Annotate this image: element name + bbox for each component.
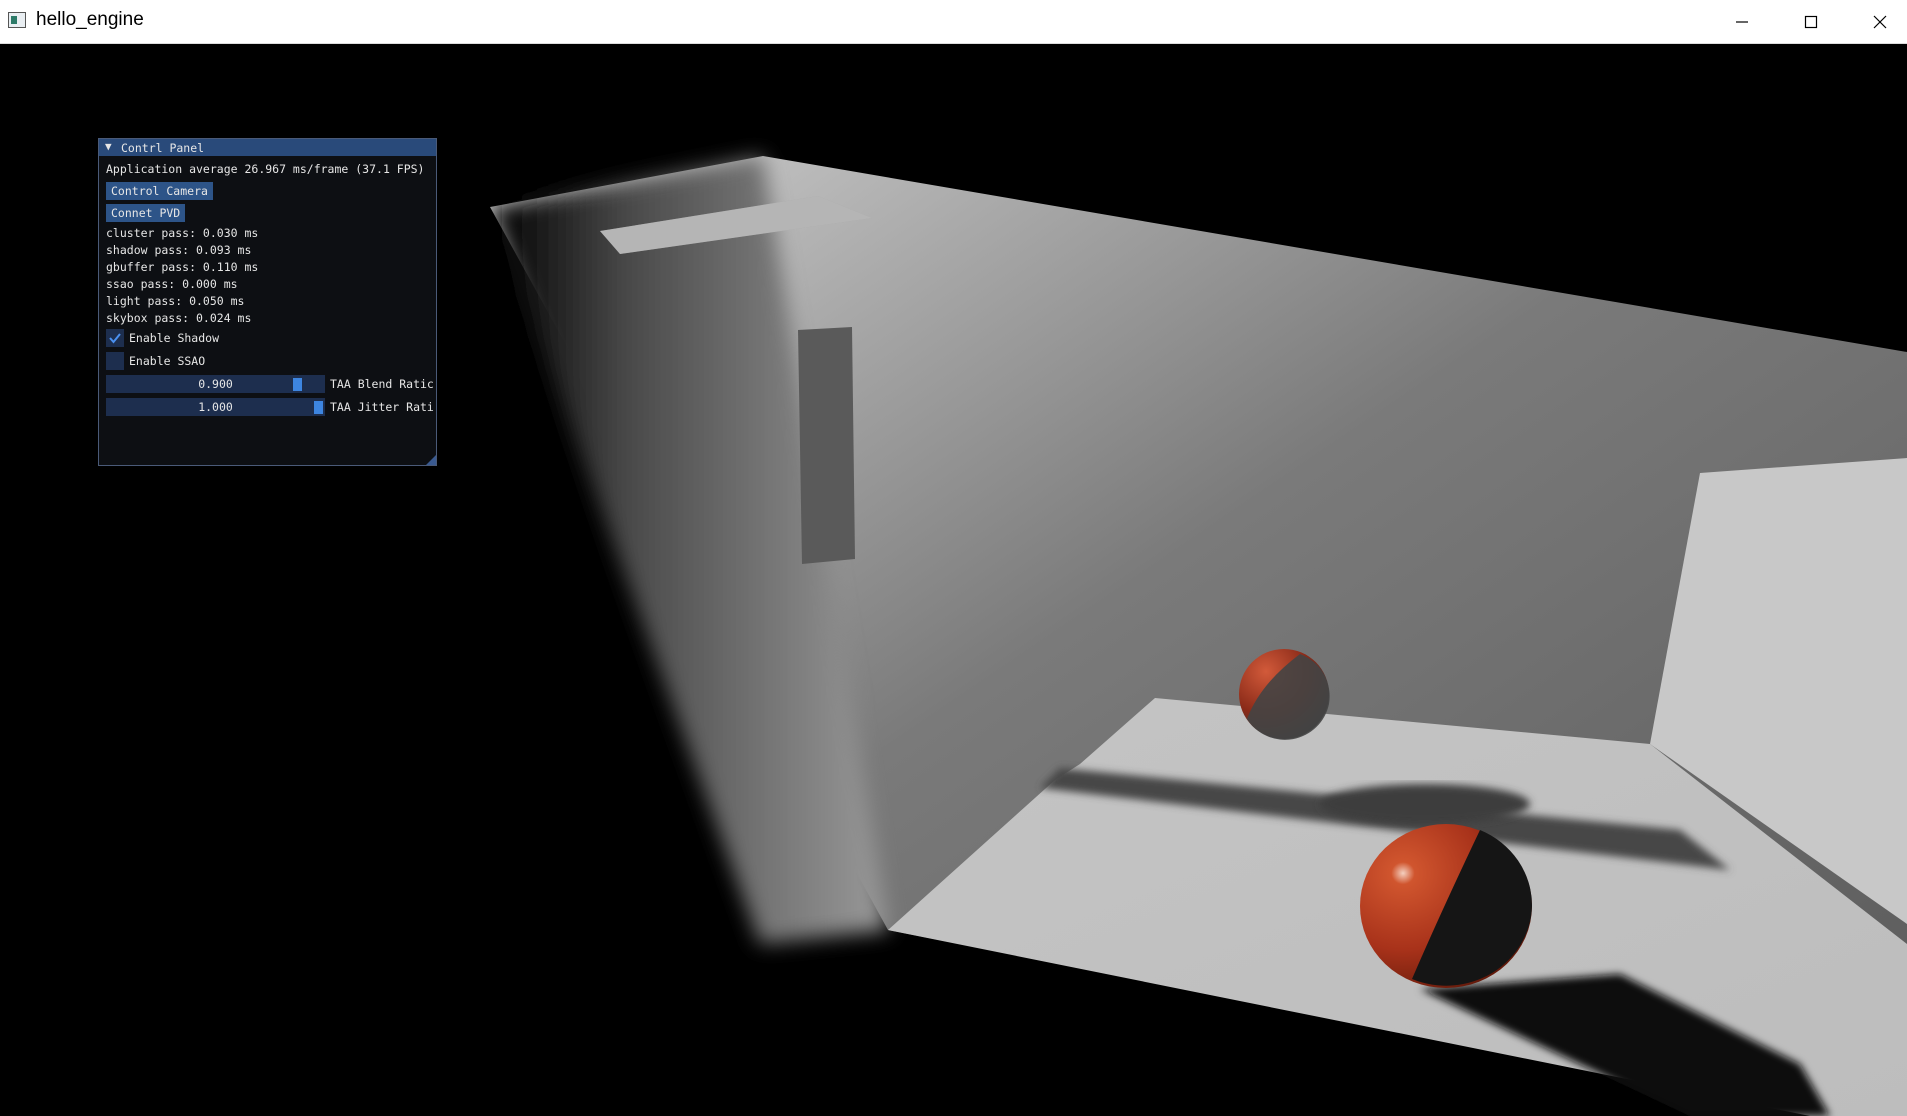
pass-time-cluster: cluster pass: 0.030 ms (106, 226, 259, 240)
title-bar[interactable]: hello_engine (0, 0, 1907, 44)
pass-time-shadow: shadow pass: 0.093 ms (106, 243, 252, 257)
app-window: hello_engine ▼ Contrl Panel Application … (0, 0, 1907, 1116)
panel-header[interactable]: ▼ Contrl Panel (99, 139, 436, 156)
minimize-button[interactable] (1707, 0, 1776, 43)
close-button[interactable] (1845, 0, 1907, 43)
slider-grab[interactable] (314, 401, 323, 414)
window-title: hello_engine (36, 9, 144, 30)
triangle-down-icon[interactable]: ▼ (105, 140, 112, 153)
pillar (798, 327, 855, 564)
taa-jitter-label: TAA Jitter Rati (330, 400, 434, 414)
connect-pvd-button[interactable]: Connet PVD (106, 204, 186, 222)
checkmark-icon (109, 333, 121, 344)
panel-title: Contrl Panel (121, 141, 205, 155)
app-icon (8, 12, 26, 28)
taa-jitter-slider[interactable]: 1.000 (106, 398, 325, 416)
close-icon (1873, 15, 1886, 28)
taa-blend-slider[interactable]: 0.900 (106, 375, 325, 393)
pass-time-ssao: ssao pass: 0.000 ms (106, 277, 238, 291)
enable-shadow-label: Enable Shadow (129, 331, 220, 345)
pass-time-gbuffer: gbuffer pass: 0.110 ms (106, 260, 259, 274)
slider-value: 1.000 (198, 400, 233, 414)
maximize-icon (1804, 15, 1817, 28)
enable-shadow-checkbox[interactable] (106, 329, 124, 347)
slider-value: 0.900 (198, 377, 233, 391)
enable-ssao-checkbox[interactable] (106, 352, 124, 370)
control-panel[interactable]: ▼ Contrl Panel Application average 26.96… (98, 138, 437, 466)
minimize-icon (1735, 20, 1748, 23)
small-sphere-shadow (1320, 784, 1530, 824)
control-camera-button[interactable]: Control Camera (106, 182, 213, 200)
pass-time-skybox: skybox pass: 0.024 ms (106, 311, 252, 325)
enable-ssao-label: Enable SSAO (129, 354, 206, 368)
fps-readout: Application average 26.967 ms/frame (37.… (106, 162, 425, 176)
taa-blend-label: TAA Blend Ratic (330, 377, 434, 391)
maximize-button[interactable] (1776, 0, 1845, 43)
pass-time-light: light pass: 0.050 ms (106, 294, 245, 308)
resize-grip[interactable] (426, 455, 436, 465)
slider-grab[interactable] (293, 378, 303, 391)
